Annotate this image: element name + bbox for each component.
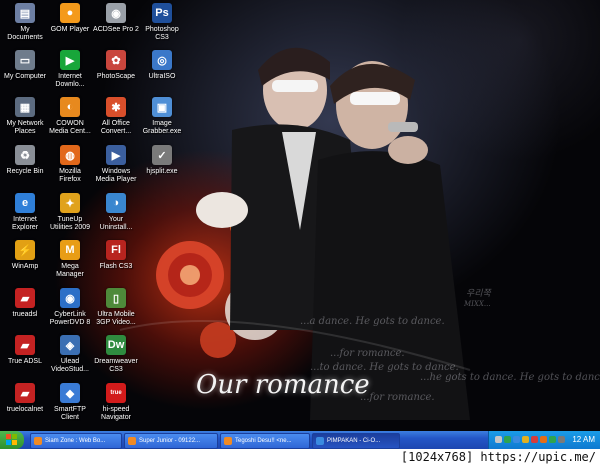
acdsee-icon: ◉ xyxy=(106,3,126,23)
taskbar-item[interactable]: Siam Zone : Web Bo... xyxy=(30,433,122,449)
browser-icon xyxy=(224,437,232,445)
wallpaper-script-line: ...a dance. He gots to dance. xyxy=(300,316,445,327)
ultraiso-icon: ◎ xyxy=(152,50,172,70)
hjsplit-icon: ✓ xyxy=(152,145,172,165)
tray-icon[interactable] xyxy=(540,436,547,443)
tuneup-icon: ✦ xyxy=(60,193,80,213)
image-credit: [1024x768] https://upic.me/ xyxy=(400,450,596,464)
internet-explorer-icon: e xyxy=(15,193,35,213)
taskbar-item[interactable]: Super Junior - 09122... xyxy=(124,433,218,449)
ultra-mobile-icon: ▯ xyxy=(106,288,126,308)
photoshop-icon: Ps xyxy=(152,3,172,23)
internet-download-icon: ▶ xyxy=(60,50,80,70)
desktop-icon[interactable]: ▣ Image Grabber.exe xyxy=(139,97,185,136)
cowon-icon: ◐ xyxy=(60,97,80,117)
ulead-icon: ◈ xyxy=(60,335,80,355)
image-grabber-icon: ▣ xyxy=(152,97,172,117)
taskbar-item[interactable]: Tegoshi Desu!! <ne... xyxy=(220,433,310,449)
desktop-icon[interactable]: ◎ UltraISO xyxy=(139,50,185,81)
desktop-icon-label: Dreamweaver CS3 xyxy=(94,358,138,373)
media-player-icon: ▶ xyxy=(106,145,126,165)
desktop-icon[interactable]: true hi-speed Navigator xyxy=(93,383,139,422)
folder-documents-icon: ▤ xyxy=(15,3,35,23)
desktop-icon-label: hi-speed Navigator xyxy=(101,406,131,421)
taskbar: Siam Zone : Web Bo... Super Junior - 091… xyxy=(0,431,600,449)
desktop-icon[interactable]: Fl Flash CS3 xyxy=(93,240,139,271)
system-tray: 12 AM xyxy=(488,431,600,449)
taskbar-item-active[interactable]: PIMPAKAN - Ci-O... xyxy=(312,433,400,449)
tray-icon[interactable] xyxy=(531,436,538,443)
tray-icon[interactable] xyxy=(549,436,556,443)
messenger-icon xyxy=(316,437,324,445)
task-label: PIMPAKAN - Ci-O... xyxy=(327,438,381,444)
truelocalnet-icon: ▰ xyxy=(15,383,35,403)
image-credit-bar: [1024x768] https://upic.me/ xyxy=(0,449,600,469)
wallpaper-korean-mark: 우리쭉 xyxy=(466,289,491,299)
desktop-icon[interactable]: Ps Photoshop CS3 xyxy=(139,3,185,42)
clock[interactable]: 12 AM xyxy=(572,435,595,444)
browser-icon xyxy=(128,437,136,445)
desktop-icon[interactable]: ▶ Internet Downlo... xyxy=(47,50,93,89)
wallpaper-title: Our romance xyxy=(196,370,370,400)
winamp-icon: ⚡ xyxy=(15,240,35,260)
desktop-icon[interactable]: ▤ My Documents xyxy=(2,3,48,42)
mega-manager-icon: M xyxy=(60,240,80,260)
desktop-icon-label: Flash CS3 xyxy=(99,263,133,270)
trueadsl-icon: ▰ xyxy=(15,288,35,308)
desktop-icon[interactable]: M Mega Manager xyxy=(47,240,93,279)
dreamweaver-icon: Dw xyxy=(106,335,126,355)
windows-start-icon xyxy=(6,434,17,445)
desktop-icon-label: Photoshop CS3 xyxy=(145,26,179,41)
recycle-bin-icon: ♻ xyxy=(15,145,35,165)
desktop-icon[interactable]: ◑ Your Uninstall... xyxy=(93,193,139,232)
tray-icon[interactable] xyxy=(495,436,502,443)
photoscape-icon: ✿ xyxy=(106,50,126,70)
task-label: Tegoshi Desu!! <ne... xyxy=(235,438,292,444)
flash-icon: Fl xyxy=(106,240,126,260)
desktop-icon[interactable]: ▯ Ultra Mobile 3GP Video... xyxy=(93,288,139,327)
smartftp-icon: ◆ xyxy=(60,383,80,403)
my-computer-icon: ▭ xyxy=(15,50,35,70)
powerdvd-icon: ◉ xyxy=(60,288,80,308)
tray-icon[interactable] xyxy=(558,436,565,443)
office-converter-icon: ✱ xyxy=(106,97,126,117)
tray-icon[interactable] xyxy=(522,436,529,443)
gom-player-icon: ● xyxy=(60,3,80,23)
desktop-icon-label: Ultra Mobile 3GP Video... xyxy=(96,311,136,326)
firefox-icon: ◍ xyxy=(60,145,80,165)
true-adsl-icon: ▰ xyxy=(15,335,35,355)
task-label: Super Junior - 09122... xyxy=(139,438,201,444)
network-places-icon: ▦ xyxy=(15,97,35,117)
desktop-icon[interactable]: ✓ hjsplit.exe xyxy=(139,145,185,176)
hispeed-navigator-icon: true xyxy=(106,383,126,403)
start-button[interactable] xyxy=(0,431,24,449)
wallpaper-script-line: ...he gots to dance. He gots to dance. xyxy=(420,372,600,383)
tray-icon[interactable] xyxy=(504,436,511,443)
desktop-icon[interactable]: Dw Dreamweaver CS3 xyxy=(93,335,139,374)
wallpaper-script-line: ...for romance. xyxy=(360,392,435,403)
wallpaper-tag: MIXX... xyxy=(464,300,491,308)
uninstaller-icon: ◑ xyxy=(106,193,126,213)
desktop-icon-label: Image Grabber.exe xyxy=(142,120,182,135)
browser-icon xyxy=(34,437,42,445)
tray-icon[interactable] xyxy=(513,436,520,443)
task-label: Siam Zone : Web Bo... xyxy=(45,438,106,444)
desktop-icon-label: Your Uninstall... xyxy=(99,216,133,231)
desktop[interactable]: ...a dance. He gots to dance. ...to danc… xyxy=(0,0,600,431)
desktop-icon[interactable]: ▶ Windows Media Player xyxy=(93,145,139,184)
desktop-icon-label: hjsplit.exe xyxy=(146,168,178,175)
wallpaper-script-line: ...for romance. xyxy=(330,348,405,359)
desktop-icon-label: UltraISO xyxy=(148,73,176,80)
